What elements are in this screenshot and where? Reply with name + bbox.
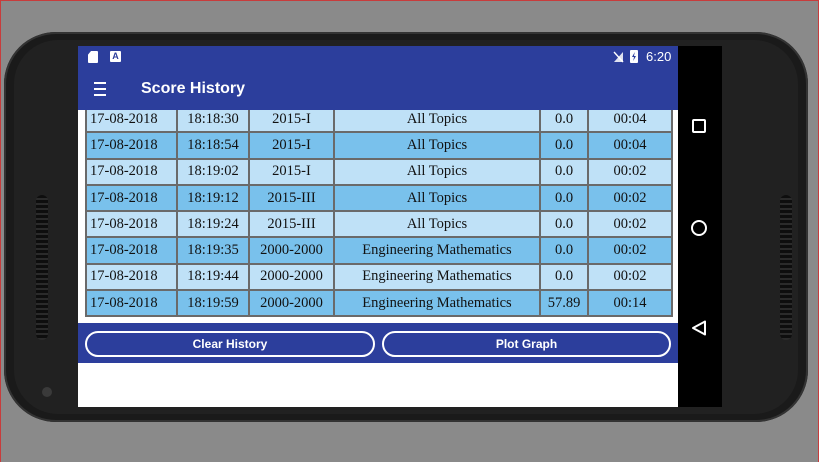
no-sim-icon: [613, 51, 624, 63]
duration-cell: 00:04: [587, 110, 673, 134]
score-history-body: 17-08-2018 18:18:30 2015-I All Topics 0.0 00:…: [85, 110, 673, 318]
date-cell: 17-08-2018: [85, 262, 178, 292]
score-cell: 0.0: [539, 262, 589, 292]
time-cell: 18:19:02: [176, 157, 250, 186]
exam-cell: 2000-2000: [248, 262, 335, 292]
topic-cell: All Topics: [333, 131, 541, 160]
date-cell: 17-08-2018: [85, 289, 178, 318]
exam-cell: 2015-III: [248, 210, 335, 239]
action-bar: Clear History Plot Graph: [78, 323, 678, 363]
table-row[interactable]: 17-08-2018 18:19:24 2015-III All Topics 0.0 0…: [85, 210, 673, 239]
time-cell: 18:19:44: [176, 262, 250, 292]
empty-content-area: [78, 363, 678, 407]
duration-cell: 00:02: [587, 157, 673, 186]
recents-square-icon[interactable]: [692, 119, 706, 133]
status-time: 6:20: [646, 49, 672, 64]
device-screen: A 6:20 Score History 17-08-2018 18:18:30 2…: [78, 46, 722, 407]
table-row[interactable]: 17-08-2018 18:19:02 2015-I All Topics 0.0 00:…: [85, 157, 673, 186]
time-cell: 18:18:54: [176, 131, 250, 160]
status-bar: A 6:20: [78, 46, 678, 68]
hamburger-menu-icon[interactable]: [94, 82, 106, 96]
exam-cell: 2015-I: [248, 110, 335, 134]
duration-cell: 00:02: [587, 183, 673, 213]
table-row[interactable]: 17-08-2018 18:19:44 2000-2000 Engineering M…: [85, 262, 673, 292]
exam-cell: 2000-2000: [248, 236, 335, 265]
score-history-table-scroll[interactable]: 17-08-2018 18:18:30 2015-I All Topics 0.0 00:…: [78, 110, 678, 322]
sd-card-icon: [88, 51, 98, 63]
android-nav-bar: [678, 46, 722, 407]
left-speaker-grille: [36, 195, 48, 340]
score-cell: 0.0: [539, 210, 589, 239]
date-cell: 17-08-2018: [85, 210, 178, 239]
back-triangle-icon[interactable]: [691, 320, 707, 336]
time-cell: 18:18:30: [176, 110, 250, 134]
date-cell: 17-08-2018: [85, 110, 178, 134]
exam-cell: 2015-I: [248, 157, 335, 186]
score-cell: 57.89: [539, 289, 589, 318]
time-cell: 18:19:12: [176, 183, 250, 213]
front-camera: [42, 387, 52, 397]
topic-cell: All Topics: [333, 183, 541, 213]
a-notification-icon: A: [110, 51, 121, 62]
right-speaker-grille: [780, 195, 792, 340]
score-cell: 0.0: [539, 236, 589, 265]
page-title: Score History: [141, 80, 246, 97]
exam-cell: 2015-I: [248, 131, 335, 160]
table-row[interactable]: 17-08-2018 18:18:30 2015-I All Topics 0.0 00:…: [85, 110, 673, 134]
score-cell: 0.0: [539, 110, 589, 134]
date-cell: 17-08-2018: [85, 157, 178, 186]
topic-cell: All Topics: [333, 157, 541, 186]
table-row[interactable]: 17-08-2018 18:18:54 2015-I All Topics 0.0 00:…: [85, 131, 673, 160]
topic-cell: All Topics: [333, 210, 541, 239]
date-cell: 17-08-2018: [85, 183, 178, 213]
battery-charging-icon: [630, 50, 638, 63]
score-cell: 0.0: [539, 183, 589, 213]
topic-cell: Engineering Mathematics: [333, 262, 541, 292]
duration-cell: 00:04: [587, 131, 673, 160]
topic-cell: Engineering Mathematics: [333, 236, 541, 265]
table-row[interactable]: 17-08-2018 18:19:35 2000-2000 Engineering M…: [85, 236, 673, 265]
home-circle-icon[interactable]: [691, 220, 707, 236]
topic-cell: Engineering Mathematics: [333, 289, 541, 318]
table-row[interactable]: 17-08-2018 18:19:59 2000-2000 Engineering M…: [85, 289, 673, 318]
exam-cell: 2015-III: [248, 183, 335, 213]
time-cell: 18:19:59: [176, 289, 250, 318]
duration-cell: 00:02: [587, 262, 673, 292]
duration-cell: 00:02: [587, 236, 673, 265]
score-cell: 0.0: [539, 131, 589, 160]
date-cell: 17-08-2018: [85, 131, 178, 160]
duration-cell: 00:02: [587, 210, 673, 239]
score-cell: 0.0: [539, 157, 589, 186]
plot-graph-button[interactable]: Plot Graph: [382, 331, 671, 357]
duration-cell: 00:14: [587, 289, 673, 318]
clear-history-button[interactable]: Clear History: [85, 331, 375, 357]
date-cell: 17-08-2018: [85, 236, 178, 265]
topic-cell: All Topics: [333, 110, 541, 134]
table-row[interactable]: 17-08-2018 18:19:12 2015-III All Topics 0.0 0…: [85, 183, 673, 213]
time-cell: 18:19:35: [176, 236, 250, 265]
time-cell: 18:19:24: [176, 210, 250, 239]
app-bar: Score History: [78, 68, 678, 110]
score-history-table: 17-08-2018 18:18:30 2015-I All Topics 0.0 00:…: [85, 110, 673, 318]
exam-cell: 2000-2000: [248, 289, 335, 318]
